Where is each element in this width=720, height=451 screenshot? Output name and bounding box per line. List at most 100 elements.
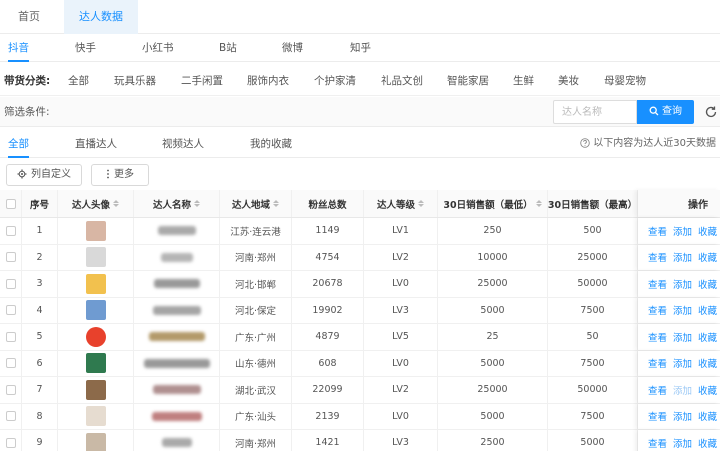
category-item[interactable]: 生鲜 [513, 66, 534, 96]
avatar[interactable] [85, 220, 106, 241]
category-item[interactable]: 智能家居 [447, 66, 489, 96]
favorite-link[interactable]: 收藏 [698, 356, 717, 370]
add-link[interactable]: 添加 [673, 224, 692, 238]
view-link[interactable]: 查看 [648, 436, 667, 450]
category-item[interactable]: 二手闲置 [181, 66, 223, 96]
tab-live[interactable]: 直播达人 [75, 132, 117, 158]
add-link[interactable]: 添加 [673, 277, 692, 291]
avatar[interactable] [85, 273, 106, 294]
favorite-link[interactable]: 收藏 [698, 303, 717, 317]
add-link[interactable]: 添加 [673, 436, 692, 450]
favorite-link[interactable]: 收藏 [698, 409, 717, 423]
sales-min-cell: 25 [438, 324, 548, 350]
favorite-link[interactable]: 收藏 [698, 436, 717, 450]
col-sales-min[interactable]: 30日销售额（最低） [438, 190, 548, 217]
refresh-icon[interactable] [704, 105, 718, 119]
category-item[interactable]: 个护家清 [314, 66, 356, 96]
tab-home[interactable]: 首页 [0, 0, 58, 34]
row-checkbox[interactable] [5, 305, 16, 316]
col-region[interactable]: 达人地域 [220, 190, 292, 217]
avatar[interactable] [85, 326, 106, 347]
tab-all[interactable]: 全部 [8, 132, 29, 158]
favorite-link[interactable]: 收藏 [698, 224, 717, 238]
category-item[interactable]: 礼品文创 [381, 66, 423, 96]
select-all-checkbox[interactable] [5, 198, 16, 209]
name-cell [134, 271, 220, 297]
view-link[interactable]: 查看 [648, 303, 667, 317]
favorite-link[interactable]: 收藏 [698, 250, 717, 264]
row-actions: 查看 添加 收藏 [638, 377, 720, 403]
more-button[interactable]: 更多 [91, 164, 149, 186]
col-avatar[interactable]: 达人头像 [58, 190, 134, 217]
view-link[interactable]: 查看 [648, 383, 667, 397]
col-name[interactable]: 达人名称 [134, 190, 220, 217]
tab-influencer-data[interactable]: 达人数据 [64, 0, 138, 34]
view-link[interactable]: 查看 [648, 250, 667, 264]
row-checkbox[interactable] [5, 278, 16, 289]
category-item[interactable]: 母婴宠物 [604, 66, 646, 96]
sort-icon[interactable] [113, 200, 119, 207]
name-cell [134, 324, 220, 350]
view-link[interactable]: 查看 [648, 356, 667, 370]
add-link[interactable]: 添加 [673, 303, 692, 317]
platform-tab-weibo[interactable]: 微博 [282, 36, 303, 62]
avatar[interactable] [85, 379, 106, 400]
sales-max-cell: 50000 [548, 377, 638, 403]
category-item[interactable]: 美妆 [558, 66, 579, 96]
col-level[interactable]: 达人等级 [364, 190, 438, 217]
view-link[interactable]: 查看 [648, 277, 667, 291]
row-checkbox[interactable] [5, 225, 16, 236]
row-checkbox[interactable] [5, 358, 16, 369]
platform-tab-douyin[interactable]: 抖音 [8, 36, 29, 62]
category-item[interactable]: 全部 [68, 66, 89, 96]
view-link[interactable]: 查看 [648, 224, 667, 238]
sort-icon[interactable] [273, 200, 279, 207]
sort-icon[interactable] [194, 200, 200, 207]
category-item[interactable]: 服饰内衣 [247, 66, 289, 96]
favorite-link[interactable]: 收藏 [698, 383, 717, 397]
search-button[interactable]: 查询 [637, 100, 694, 124]
customize-columns-button[interactable]: 列自定义 [6, 164, 82, 186]
col-name-label: 达人名称 [152, 199, 191, 211]
add-link[interactable]: 添加 [673, 330, 692, 344]
avatar[interactable] [85, 353, 106, 374]
tab-favorites[interactable]: 我的收藏 [250, 132, 292, 158]
row-checkbox[interactable] [5, 252, 16, 263]
platform-tab-xiaohongshu[interactable]: 小红书 [142, 36, 174, 62]
add-link[interactable]: 添加 [673, 250, 692, 264]
category-item[interactable]: 玩具乐器 [114, 66, 156, 96]
category-label: 带货分类: [4, 75, 51, 87]
favorite-link[interactable]: 收藏 [698, 330, 717, 344]
add-link[interactable]: 添加 [673, 356, 692, 370]
avatar[interactable] [85, 300, 106, 321]
avatar[interactable] [85, 406, 106, 427]
row-checkbox[interactable] [5, 411, 16, 422]
row-select-cell [0, 218, 22, 244]
filter-bar: 筛选条件: 查询 [0, 97, 720, 127]
col-region-label: 达人地域 [231, 199, 270, 211]
influencer-name-input[interactable] [553, 100, 637, 124]
avatar[interactable] [85, 432, 106, 451]
row-checkbox[interactable] [5, 331, 16, 342]
row-checkbox[interactable] [5, 384, 16, 395]
sales-max-cell: 500 [548, 218, 638, 244]
sales-max-cell: 25000 [548, 244, 638, 270]
platform-tab-kuaishou[interactable]: 快手 [75, 36, 96, 62]
avatar[interactable] [85, 247, 106, 268]
tab-video[interactable]: 视频达人 [162, 132, 204, 158]
platform-tab-zhihu[interactable]: 知乎 [350, 36, 371, 62]
col-ops: 操作 [638, 190, 720, 217]
sort-icon[interactable] [535, 200, 542, 207]
row-checkbox[interactable] [5, 437, 16, 448]
platform-tab-bilibili[interactable]: B站 [219, 36, 237, 62]
add-link[interactable]: 添加 [673, 383, 692, 397]
favorite-link[interactable]: 收藏 [698, 277, 717, 291]
view-link[interactable]: 查看 [648, 330, 667, 344]
name-cell [134, 377, 220, 403]
level-cell: LV0 [364, 403, 438, 429]
add-link[interactable]: 添加 [673, 409, 692, 423]
sort-icon[interactable] [418, 200, 424, 207]
fans-cell: 1149 [292, 218, 364, 244]
view-link[interactable]: 查看 [648, 409, 667, 423]
table-row: 6 山东·德州 608 LV0 5000 7500 查看 添加 收藏 [0, 350, 720, 377]
